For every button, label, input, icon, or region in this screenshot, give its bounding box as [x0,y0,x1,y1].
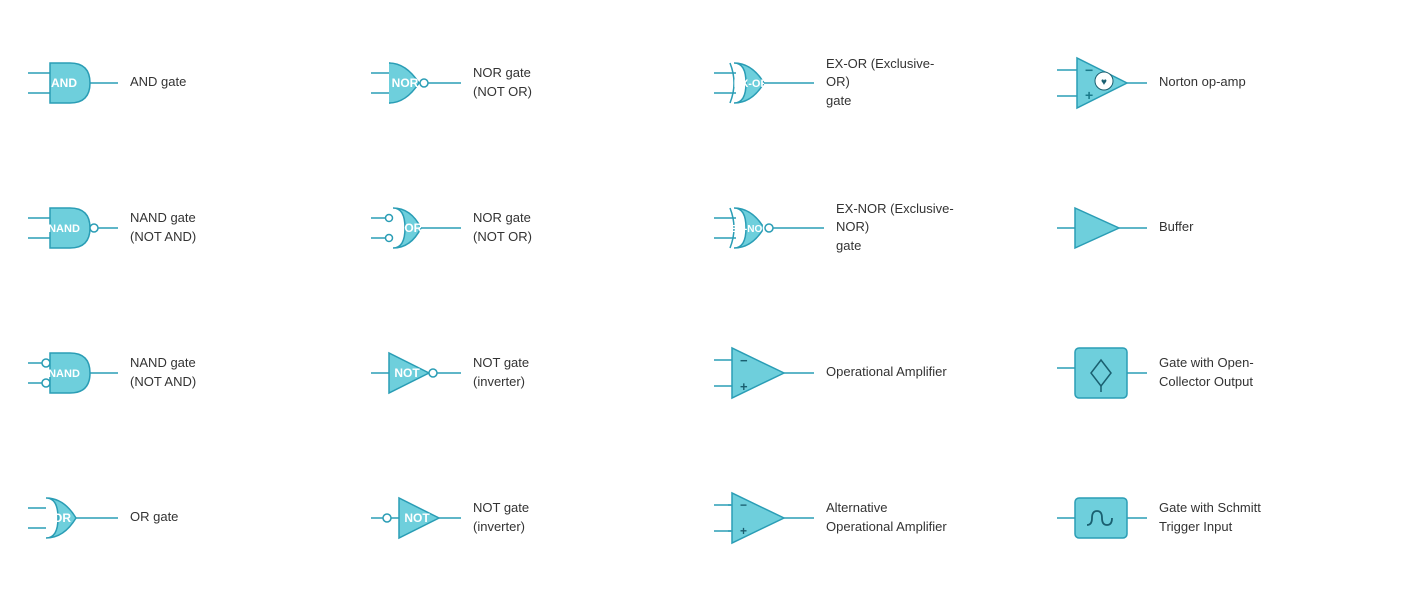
svg-text:NOT: NOT [394,366,420,380]
op-amp-label: Operational Amplifier [826,363,947,381]
nand-gate-1-label: NAND gate(NOT AND) [130,209,196,245]
cell-nand-gate-2: NAND NAND gate(NOT AND) [20,300,363,445]
and-gate-label: AND gate [130,73,186,91]
svg-text:♥: ♥ [1101,77,1107,88]
open-collector-label: Gate with Open-Collector Output [1159,354,1254,390]
nor-gate-2-label: NOR gate(NOT OR) [473,209,532,245]
cell-buffer: Buffer [1049,155,1392,300]
cell-alt-op-amp: − + AlternativeOperational Amplifier [706,445,1049,590]
cell-not-gate-2: NOT NOT gate(inverter) [363,445,706,590]
alt-op-amp-label: AlternativeOperational Amplifier [826,499,947,535]
svg-text:OR: OR [53,511,71,525]
svg-text:−: − [740,498,747,512]
svg-text:NAND: NAND [48,368,80,380]
cell-op-amp: − + Operational Amplifier [706,300,1049,445]
svg-text:EX-OR: EX-OR [734,78,769,90]
svg-text:+: + [1085,87,1093,103]
cell-or-gate: OR OR gate [20,445,363,590]
cell-nor-gate-2: NOR NOR gate(NOT OR) [363,155,706,300]
ex-or-gate-label: EX-OR (Exclusive-OR)gate [826,55,956,110]
svg-text:+: + [740,379,748,394]
cell-ex-nor-gate: EX-NOR EX-NOR (Exclusive-NOR)gate [706,155,1049,300]
svg-text:−: − [1085,62,1093,78]
svg-text:+: + [740,524,747,538]
cell-nor-gate-1: NOR NOR gate(NOT OR) [363,10,706,155]
cell-ex-or-gate: EX-OR EX-OR (Exclusive-OR)gate [706,10,1049,155]
cell-nand-gate-1: NAND NAND gate(NOT AND) [20,155,363,300]
or-gate-label: OR gate [130,508,178,526]
cell-schmitt-trigger: Gate with SchmittTrigger Input [1049,445,1392,590]
component-grid: AND AND gate NOR NOR gate(NOT OR) [0,0,1412,600]
cell-and-gate: AND AND gate [20,10,363,155]
not-gate-2-label: NOT gate(inverter) [473,499,529,535]
norton-opamp-label: Norton op-amp [1159,73,1246,91]
svg-text:NAND: NAND [48,223,80,235]
svg-text:NOT: NOT [404,511,430,525]
svg-text:NOR: NOR [396,221,423,235]
svg-text:EX-NOR: EX-NOR [731,224,771,235]
cell-not-gate-1: NOT NOT gate(inverter) [363,300,706,445]
svg-text:NOR: NOR [392,76,419,90]
cell-open-collector: Gate with Open-Collector Output [1049,300,1392,445]
nor-gate-1-label: NOR gate(NOT OR) [473,64,532,100]
buffer-label: Buffer [1159,218,1193,236]
cell-norton-opamp: − + ♥ Norton op-amp [1049,10,1392,155]
not-gate-1-label: NOT gate(inverter) [473,354,529,390]
svg-text:−: − [740,353,748,368]
schmitt-trigger-label: Gate with SchmittTrigger Input [1159,499,1261,535]
svg-text:AND: AND [51,76,77,90]
nand-gate-2-label: NAND gate(NOT AND) [130,354,196,390]
ex-nor-gate-label: EX-NOR (Exclusive-NOR)gate [836,200,966,255]
